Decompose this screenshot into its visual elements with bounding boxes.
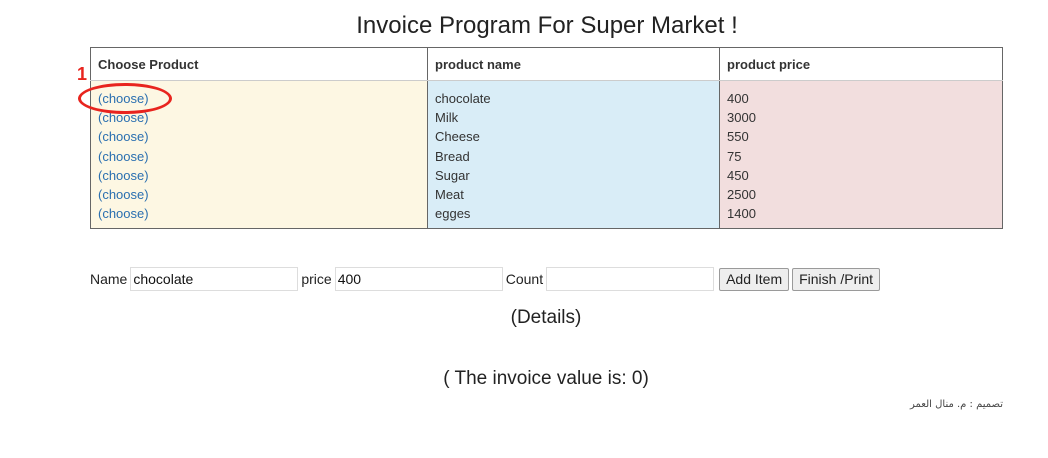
product-name-cell: egges: [435, 206, 471, 222]
choose-link-sugar[interactable]: (choose): [98, 168, 149, 183]
invoice-value: ( The invoice value is: 0): [443, 368, 649, 389]
price-label: price: [301, 271, 332, 287]
choose-link-cheese[interactable]: (choose): [98, 129, 149, 144]
product-price-cell: 75: [727, 148, 742, 164]
name-label: Name: [90, 271, 128, 287]
product-price-cell: 400: [727, 91, 749, 106]
product-price-column: 400 3000 550 75 450 2500 1400: [719, 80, 1003, 229]
count-label: Count: [505, 271, 544, 287]
details-heading: (Details): [510, 307, 582, 328]
name-field[interactable]: [130, 267, 299, 291]
count-field[interactable]: [546, 267, 715, 291]
product-name-cell: Meat: [435, 186, 464, 202]
product-price-cell: 3000: [727, 110, 756, 126]
price-field[interactable]: [334, 267, 503, 291]
choose-link-egges[interactable]: (choose): [98, 206, 149, 221]
finish-print-button[interactable]: Finish /Print: [792, 267, 881, 291]
product-price-cell: 450: [727, 167, 749, 183]
product-price-cell: 550: [727, 129, 749, 145]
products-table: Choose Product product name product pric…: [90, 47, 1003, 229]
product-name-cell: Milk: [435, 110, 459, 126]
product-name-cell: Sugar: [435, 167, 470, 183]
header-product-name: product name: [427, 47, 720, 81]
product-name-column: chocolate Milk Cheese Bread Sugar Meat e…: [427, 80, 720, 229]
annotation-circle: [78, 83, 172, 114]
product-name-cell: Cheese: [435, 129, 480, 145]
page-title: Invoice Program For Super Market !: [356, 12, 738, 39]
table-body-row: (choose) (choose) (choose) (choose) (cho…: [90, 80, 1003, 229]
choose-link-bread[interactable]: (choose): [98, 149, 149, 164]
product-name-cell: Bread: [435, 148, 470, 164]
invoice-form: Name price Count Add Item Finish /Print: [90, 266, 881, 292]
product-name-cell: chocolate: [435, 91, 491, 106]
table-header-row: Choose Product product name product pric…: [90, 47, 1003, 81]
product-price-cell: 2500: [727, 186, 756, 202]
choose-link-meat[interactable]: (choose): [98, 187, 149, 202]
add-item-button[interactable]: Add Item: [719, 267, 790, 291]
header-choose-product: Choose Product: [90, 47, 428, 81]
designer-credit: تصميم : م. منال العمر: [910, 399, 1003, 410]
header-product-price: product price: [719, 47, 1003, 81]
product-price-cell: 1400: [727, 206, 756, 222]
annotation-number: 1: [77, 64, 88, 84]
